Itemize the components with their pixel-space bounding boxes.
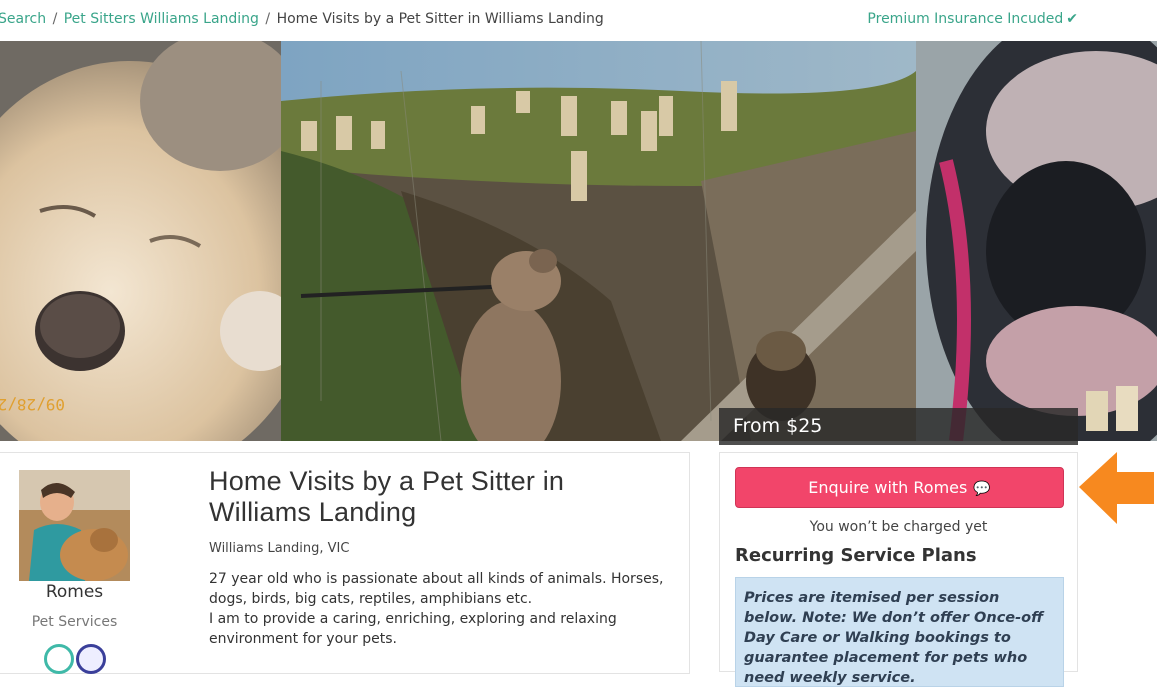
photo-poodle-closeup[interactable]: 09/28/24 22:53 bbox=[0, 41, 281, 441]
breadcrumb-separator: / bbox=[265, 11, 271, 27]
no-charge-notice: You won’t be charged yet bbox=[809, 519, 988, 535]
breadcrumb-current: Home Visits by a Pet Sitter in Williams … bbox=[276, 11, 604, 27]
booking-panel: Enquire with Romes 💬 You won’t be charged… bbox=[719, 452, 1078, 687]
dog-nose-image bbox=[916, 41, 1157, 441]
sitter-location: Williams Landing, VIC bbox=[209, 541, 350, 556]
pointer-arrow-icon bbox=[1079, 452, 1154, 524]
recurring-plans-note: Prices are itemised per session below. N… bbox=[735, 577, 1064, 687]
enquire-label: Enquire with Romes bbox=[808, 478, 968, 497]
page-title: Home Visits by a Pet Sitter in Williams … bbox=[209, 466, 565, 527]
bio-line: I am to provide a caring, enriching, exp… bbox=[209, 611, 617, 647]
insurance-label: Premium Insurance Incuded bbox=[867, 11, 1064, 27]
breadcrumb-location-link[interactable]: Pet Sitters Williams Landing bbox=[64, 11, 259, 27]
enquire-button[interactable]: Enquire with Romes 💬 bbox=[735, 467, 1064, 508]
police-check-badge-icon bbox=[76, 644, 106, 674]
top-bar: Search / Pet Sitters Williams Landing / … bbox=[0, 0, 1157, 42]
insurance-notice: Premium Insurance Incuded ✔ bbox=[867, 11, 1078, 27]
breadcrumb: Search / Pet Sitters Williams Landing / … bbox=[0, 11, 604, 27]
breadcrumb-search-link[interactable]: Search bbox=[0, 11, 46, 27]
photo-dogs-walking-by-fence[interactable] bbox=[281, 41, 916, 441]
poodle-image: 09/28/24 22:53 bbox=[0, 41, 281, 441]
dogs-walking-image bbox=[281, 41, 916, 441]
sitter-name: Romes bbox=[45, 582, 104, 602]
bio-line: 27 year old who is passionate about all … bbox=[209, 571, 664, 607]
price-tag: From $25 bbox=[719, 408, 1078, 445]
sitter-bio: 27 year old who is passionate about all … bbox=[209, 569, 679, 649]
recurring-plans-heading: Recurring Service Plans bbox=[735, 545, 977, 566]
chat-bubble-icon: 💬 bbox=[973, 481, 991, 497]
breadcrumb-separator: / bbox=[52, 11, 58, 27]
photo-dog-nose-closeup[interactable] bbox=[916, 41, 1157, 441]
verified-badge-icon bbox=[44, 644, 74, 674]
avatar[interactable] bbox=[19, 470, 130, 581]
avatar-image bbox=[19, 470, 130, 581]
check-icon: ✔ bbox=[1066, 11, 1078, 27]
sitter-role: Pet Services bbox=[31, 614, 118, 630]
profile-card: Romes Pet Services Home Visits by a Pet … bbox=[0, 452, 690, 674]
photo-timestamp: 09/28/24 22:53 bbox=[0, 395, 65, 414]
photo-gallery: 09/28/24 22:53 bbox=[0, 41, 1157, 441]
